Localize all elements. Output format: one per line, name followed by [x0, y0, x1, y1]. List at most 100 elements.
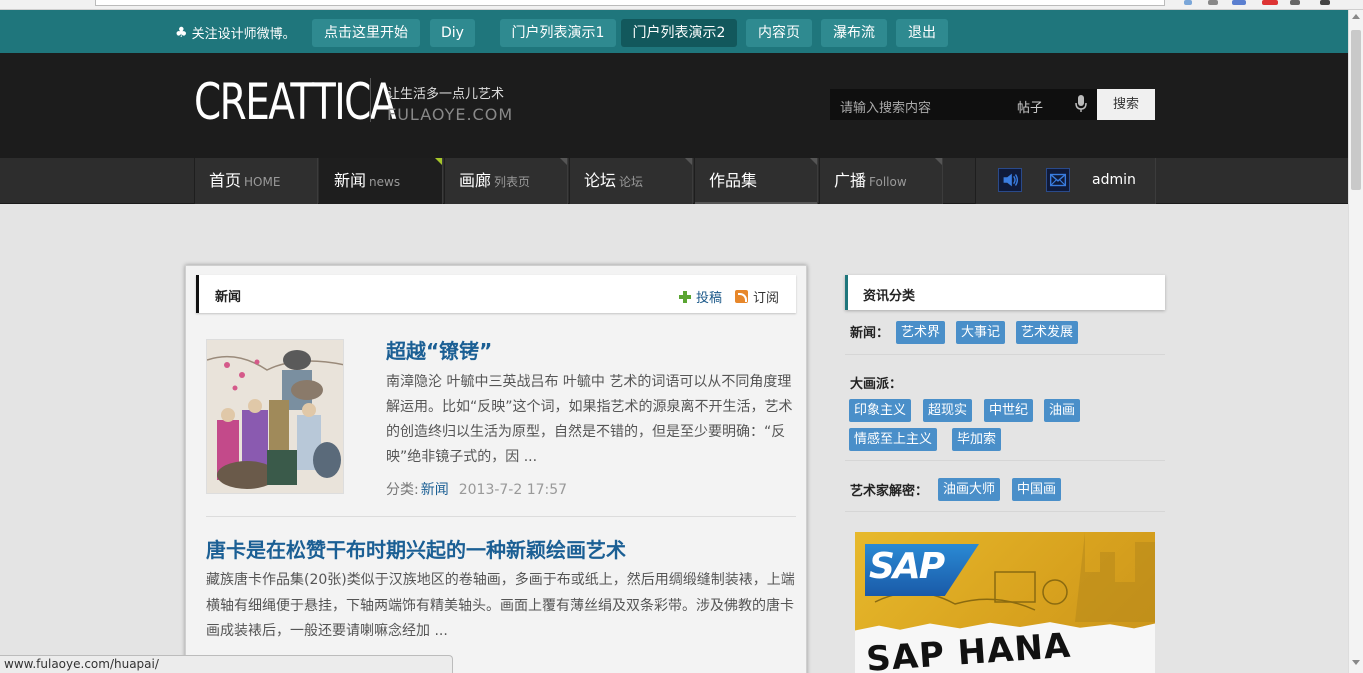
post-divider [206, 516, 796, 517]
nav-label: 新闻 [334, 171, 367, 190]
waterfall-button[interactable]: 瀑布流 [821, 19, 887, 47]
tag-link[interactable]: 油画 [1044, 399, 1081, 422]
nav-item-gallery[interactable]: 画廊 列表页 [444, 158, 568, 204]
tag-link[interactable]: 大事记 [956, 321, 1006, 344]
nav-label: 作品集 [709, 171, 758, 190]
follow-designer-link[interactable]: ♣ 关注设计师微博。 [175, 23, 296, 43]
post-excerpt: 南漳隐沦 叶毓中三英战吕布 叶毓中 艺术的词语可以从不同角度理解运用。比如“反映… [386, 374, 793, 465]
post-excerpt: 藏族唐卡作品集(20张)类似于汉族地区的卷轴画，多画于布或纸上，然后用绸缎缝制装… [206, 572, 795, 639]
post-thumbnail-image [207, 340, 343, 493]
tag-link[interactable]: 印象主义 [849, 399, 912, 422]
sidebar-divider [845, 354, 1165, 355]
nav-item-portfolio[interactable]: 作品集 [694, 158, 818, 204]
diy-button[interactable]: Diy [430, 19, 475, 47]
post-title-link[interactable]: 唐卡是在松赞干布时期兴起的一种新颖绘画艺术 [206, 534, 626, 563]
site-header: CREATTICA 让生活多一点儿艺术 FULAOYE.COM 请输入搜索内容 … [0, 53, 1348, 158]
active-corner [435, 158, 442, 165]
tag-group-label: 大画派： [850, 377, 903, 392]
nav-user-area: admin [975, 158, 1156, 204]
page-scrollbar[interactable] [1348, 10, 1363, 673]
subscribe-label: 订阅 [753, 291, 780, 306]
extension-icon[interactable] [1262, 0, 1278, 5]
extension-icon[interactable] [1290, 0, 1300, 5]
site-domain: FULAOYE.COM [387, 105, 514, 124]
username-link[interactable]: admin [1092, 158, 1136, 202]
nav-item-news[interactable]: 新闻 news [319, 158, 443, 204]
mic-icon[interactable] [1075, 95, 1087, 113]
rss-icon [735, 290, 748, 303]
nav-label-en: Follow [869, 175, 907, 189]
nav-label: 广播 [834, 171, 867, 190]
tag-link[interactable]: 情感至上主义 [849, 428, 938, 451]
content-page-button[interactable]: 内容页 [746, 19, 812, 47]
logout-button[interactable]: 退出 [896, 19, 948, 47]
nav-item-forum[interactable]: 论坛 论坛 [569, 158, 693, 204]
plus-icon [679, 290, 691, 303]
scrollbar-thumb[interactable] [1351, 30, 1361, 190]
site-logo[interactable]: CREATTICA [194, 75, 397, 129]
news-panel: 新闻 投稿 订阅 超越“镣铐” 南漳隐沦 叶毓中三英战吕布 叶毓中 艺术的词语可… [185, 265, 807, 673]
submit-label: 投稿 [696, 291, 723, 306]
extension-icon[interactable] [1232, 0, 1246, 5]
nav-corner [685, 158, 692, 165]
main-nav: 首页 HOME 新闻 news 画廊 列表页 论坛 论坛 作品集 广播 Follow ad… [0, 158, 1348, 204]
tag-link[interactable]: 中世纪 [984, 399, 1034, 422]
menu-icon[interactable] [1320, 0, 1330, 5]
nav-corner [935, 158, 942, 165]
post-meta: 分类: 新闻 2013-7-2 17:57 [386, 479, 567, 499]
scroll-down-icon[interactable] [1352, 660, 1360, 665]
tag-link[interactable]: 超现实 [923, 399, 973, 422]
tag-group-label: 新闻： [850, 326, 890, 341]
portal-list-demo2-button[interactable]: 门户列表演示2 [621, 19, 737, 47]
nav-corner [810, 158, 817, 165]
sidebar-title: 资讯分类 [863, 289, 916, 304]
top-bar: ♣ 关注设计师微博。 点击这里开始 Diy 门户列表演示1 门户列表演示2 内容… [0, 10, 1348, 53]
logo-divider [370, 78, 371, 122]
panel-title: 新闻 [215, 290, 242, 305]
follow-text: 关注设计师微博。 [191, 27, 296, 42]
subscribe-link[interactable]: 订阅 [735, 287, 779, 306]
portal-list-demo1-button[interactable]: 门户列表演示1 [500, 19, 616, 47]
nav-label-en: 论坛 [619, 175, 644, 189]
address-bar-edge[interactable] [95, 0, 1165, 6]
sidebar-header: 资讯分类 [845, 275, 1165, 310]
extension-icon[interactable] [1184, 0, 1192, 5]
nav-label-en: 列表页 [494, 175, 531, 189]
tag-link[interactable]: 油画大师 [938, 478, 1001, 501]
search-scope-select[interactable]: 帖子 [1017, 97, 1043, 116]
tag-link[interactable]: 中国画 [1012, 478, 1062, 501]
post-title-link[interactable]: 超越“镣铐” [386, 335, 492, 364]
post-date: 2013-7-2 17:57 [458, 482, 568, 498]
tag-link[interactable]: 艺术发展 [1016, 321, 1079, 344]
category-link[interactable]: 新闻 [421, 482, 449, 498]
start-here-button[interactable]: 点击这里开始 [312, 19, 420, 47]
speaker-icon[interactable] [998, 168, 1022, 192]
tag-link[interactable]: 毕加索 [952, 428, 1002, 451]
browser-chrome [0, 0, 1363, 10]
mail-icon[interactable] [1046, 168, 1070, 192]
nav-label-en: news [369, 175, 401, 189]
sap-hana-ad-banner[interactable]: SAP SAP HANA [855, 532, 1155, 673]
nav-label: 论坛 [584, 171, 617, 190]
nav-corner [560, 158, 567, 165]
nav-underline [695, 202, 817, 204]
nav-label: 画廊 [459, 171, 492, 190]
sidebar-divider [845, 460, 1165, 461]
sap-logo-text: SAP [869, 546, 945, 587]
search-button[interactable]: 搜索 [1097, 89, 1155, 120]
panel-header: 新闻 投稿 订阅 [196, 275, 796, 313]
submit-link[interactable]: 投稿 [679, 287, 722, 306]
nav-label-en: HOME [244, 175, 281, 189]
nav-label: 首页 [209, 171, 242, 190]
search-placeholder: 请输入搜索内容 [840, 101, 932, 116]
browser-status-bar: www.fulaoye.com/huapai/ [0, 655, 453, 673]
scroll-up-icon[interactable] [1352, 14, 1360, 19]
category-label: 分类: [386, 482, 419, 498]
search-input[interactable]: 请输入搜索内容 帖子 [830, 89, 1097, 120]
post-thumbnail[interactable] [206, 339, 344, 494]
nav-item-home[interactable]: 首页 HOME [194, 158, 318, 204]
tag-link[interactable]: 艺术界 [896, 321, 946, 344]
extension-icon[interactable] [1208, 0, 1218, 5]
tag-group-label: 艺术家解密： [850, 484, 929, 499]
nav-item-broadcast[interactable]: 广播 Follow [819, 158, 943, 204]
